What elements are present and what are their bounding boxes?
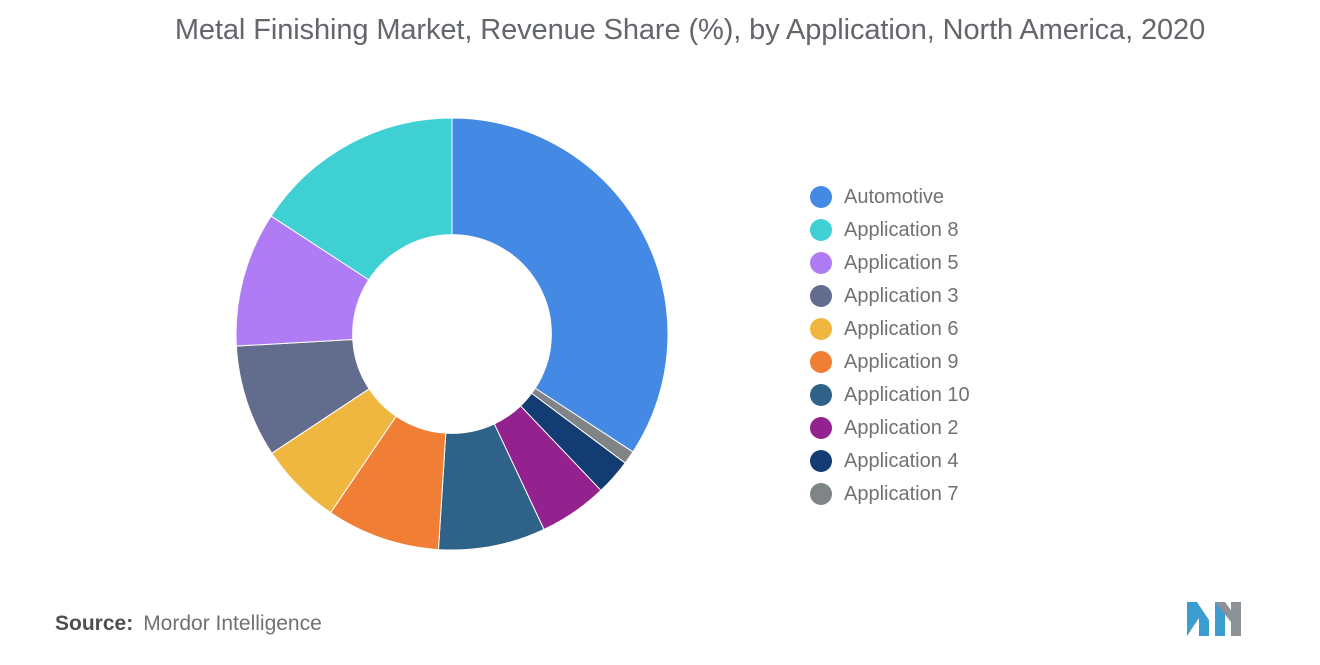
legend-item-label: Application 4 — [844, 449, 959, 472]
legend-item-label: Application 5 — [844, 251, 959, 274]
legend-swatch-icon — [810, 416, 832, 439]
donut-slice[interactable] — [451, 118, 668, 453]
legend-item-application-6[interactable]: Application 6 — [810, 312, 1140, 345]
donut-slice-group — [236, 118, 668, 550]
legend-item-label: Application 6 — [844, 317, 959, 340]
legend-item-label: Application 9 — [844, 350, 959, 373]
legend-swatch-icon — [810, 251, 832, 274]
legend-item-application-5[interactable]: Application 5 — [810, 246, 1140, 279]
legend-item-label: Application 2 — [844, 416, 959, 439]
legend-item-application-4[interactable]: Application 4 — [810, 444, 1140, 477]
legend-item-application-2[interactable]: Application 2 — [810, 411, 1140, 444]
legend-swatch-icon — [810, 449, 832, 472]
legend-item-application-3[interactable]: Application 3 — [810, 279, 1140, 312]
legend-swatch-icon — [810, 383, 832, 406]
legend-item-label: Application 3 — [844, 284, 959, 307]
logo-mark — [1187, 602, 1241, 636]
legend-item-automotive[interactable]: Automotive — [810, 180, 1140, 213]
source-value: Mordor Intelligence — [143, 612, 322, 635]
donut-chart — [0, 0, 790, 600]
legend-swatch-icon — [810, 284, 832, 307]
legend-item-application-9[interactable]: Application 9 — [810, 345, 1140, 378]
legend-swatch-icon — [810, 350, 832, 373]
legend-item-application-7[interactable]: Application 7 — [810, 477, 1140, 510]
legend-item-label: Application 7 — [844, 482, 959, 505]
mordor-intelligence-logo — [1185, 598, 1251, 638]
donut-chart-svg — [236, 118, 668, 550]
legend-swatch-icon — [810, 185, 832, 208]
legend-item-label: Application 8 — [844, 218, 959, 241]
legend-item-label: Automotive — [844, 185, 945, 208]
source-label: Source: — [55, 612, 134, 635]
chart-legend: Automotive Application 8 Application 5 Appl… — [810, 180, 1140, 510]
legend-item-label: Application 10 — [844, 383, 970, 406]
source-line: Source: Mordor Intelligence — [55, 612, 322, 636]
legend-swatch-icon — [810, 482, 832, 505]
legend-item-application-10[interactable]: Application 10 — [810, 378, 1140, 411]
legend-item-application-8[interactable]: Application 8 — [810, 213, 1140, 246]
legend-swatch-icon — [810, 317, 832, 340]
legend-swatch-icon — [810, 218, 832, 241]
